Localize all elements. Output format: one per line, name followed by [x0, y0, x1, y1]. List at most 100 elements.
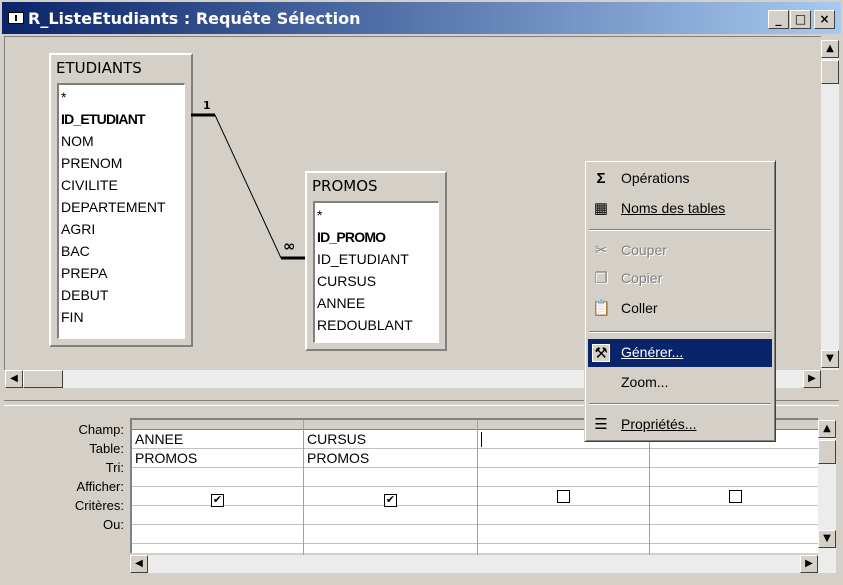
scroll-right-button[interactable]: ▶: [800, 555, 818, 573]
field-item[interactable]: PRENOM: [61, 152, 184, 174]
ou-cell[interactable]: [650, 525, 820, 544]
scroll-thumb[interactable]: [821, 60, 839, 84]
tri-cell[interactable]: [478, 468, 649, 487]
minimize-button[interactable]: _: [768, 10, 789, 29]
menu-item-label: Couper: [621, 242, 667, 258]
criteres-cell[interactable]: [478, 506, 649, 525]
tri-cell[interactable]: [650, 468, 820, 487]
grid-horizontal-scrollbar[interactable]: ◀ ▶: [130, 555, 818, 573]
champ-cell[interactable]: ANNEE: [132, 430, 303, 449]
scroll-thumb[interactable]: [818, 440, 836, 464]
show-checkbox[interactable]: [557, 490, 570, 503]
afficher-cell[interactable]: [478, 487, 649, 506]
table-cell[interactable]: PROMOS: [132, 449, 303, 468]
field-item[interactable]: ANNEE: [317, 292, 438, 314]
row-label-tri: Tri:: [105, 460, 124, 475]
ou-cell[interactable]: [132, 525, 303, 544]
field-list[interactable]: * ID_PROMO ID_ETUDIANT CURSUS ANNEE REDO…: [313, 201, 439, 343]
criteres-cell[interactable]: [650, 506, 820, 525]
scroll-down-button[interactable]: ▼: [818, 530, 836, 548]
field-item[interactable]: NOM: [61, 130, 184, 152]
field-list[interactable]: * ID_ETUDIANT NOM PRENOM CIVILITE DEPART…: [57, 83, 185, 339]
afficher-cell[interactable]: ✔: [132, 487, 303, 507]
scissors-icon: ✂: [594, 242, 608, 259]
field-item[interactable]: AGRI: [61, 218, 184, 240]
champ-cell[interactable]: CURSUS: [304, 430, 477, 449]
menu-item-operations[interactable]: Σ Opérations: [588, 165, 772, 193]
menu-item-cut[interactable]: ✂ Couper: [588, 237, 772, 265]
table-cell[interactable]: [478, 449, 649, 468]
field-item[interactable]: BAC: [61, 240, 184, 262]
text-cursor: [481, 432, 482, 447]
scroll-down-button[interactable]: ▼: [821, 350, 839, 368]
grid-column[interactable]: CURSUS PROMOS ✔: [304, 420, 478, 555]
table-etudiants[interactable]: ETUDIANTS * ID_ETUDIANT NOM PRENOM CIVIL…: [49, 53, 193, 347]
field-item[interactable]: CURSUS: [317, 270, 438, 292]
paste-icon: 📋: [592, 300, 611, 317]
field-item[interactable]: DEPARTEMENT: [61, 196, 184, 218]
query-icon: [8, 12, 24, 24]
sigma-icon: Σ: [596, 170, 606, 187]
menu-item-properties[interactable]: ☰ Propriétés...: [588, 411, 772, 439]
scroll-up-button[interactable]: ▲: [818, 420, 836, 438]
row-label-afficher: Afficher:: [76, 479, 124, 494]
field-item[interactable]: FIN: [61, 306, 184, 328]
properties-icon: ☰: [594, 416, 608, 433]
field-item[interactable]: CIVILITE: [61, 174, 184, 196]
show-checkbox[interactable]: ✔: [384, 494, 397, 507]
table-names-icon: ▦: [593, 200, 609, 217]
afficher-cell[interactable]: ✔: [304, 487, 477, 507]
menu-item-copy[interactable]: ❐ Copier: [588, 265, 772, 293]
ou-cell[interactable]: [304, 525, 477, 544]
menu-item-zoom[interactable]: Zoom...: [588, 369, 772, 397]
tri-cell[interactable]: [132, 468, 303, 487]
table-title[interactable]: PROMOS: [307, 173, 445, 199]
scroll-left-button[interactable]: ◀: [5, 370, 23, 388]
menu-separator: [589, 229, 771, 231]
scroll-right-button[interactable]: ▶: [803, 370, 821, 388]
maximize-button[interactable]: □: [790, 10, 811, 29]
show-checkbox[interactable]: [728, 490, 742, 503]
field-item[interactable]: ID_ETUDIANT: [317, 248, 438, 270]
grid-column[interactable]: ANNEE PROMOS ✔: [132, 420, 304, 555]
row-label-champ: Champ:: [78, 422, 124, 437]
menu-item-paste[interactable]: 📋 Coller: [588, 295, 772, 323]
table-cell[interactable]: [650, 449, 820, 468]
field-item-key[interactable]: ID_ETUDIANT: [61, 108, 184, 130]
criteres-cell[interactable]: [304, 506, 477, 525]
scroll-thumb[interactable]: [23, 370, 63, 388]
window-title: R_ListeEtudiants : Requête Sélection: [28, 9, 361, 28]
relationship-one-label: 1: [203, 99, 211, 112]
menu-item-build[interactable]: ⚒ Générer...: [588, 339, 772, 367]
menu-item-label: Coller: [621, 300, 658, 316]
afficher-cell[interactable]: [650, 487, 820, 506]
column-selector[interactable]: [132, 420, 303, 430]
tri-cell[interactable]: [304, 468, 477, 487]
menu-item-label: Zoom...: [621, 374, 669, 390]
criteres-cell[interactable]: [132, 506, 303, 525]
relationship-many-label: ∞: [283, 237, 296, 255]
grid-vertical-scrollbar[interactable]: ▲ ▼: [818, 420, 836, 573]
grid-row-labels: Champ: Table: Tri: Afficher: Critères: O…: [4, 420, 128, 534]
menu-item-table-names[interactable]: ▦ Noms des tables: [588, 195, 772, 223]
table-cell[interactable]: PROMOS: [304, 449, 477, 468]
scroll-up-button[interactable]: ▲: [821, 40, 839, 58]
table-promos[interactable]: PROMOS * ID_PROMO ID_ETUDIANT CURSUS ANN…: [305, 171, 447, 351]
row-label-ou: Ou:: [103, 517, 124, 532]
vertical-scrollbar[interactable]: ▲ ▼: [821, 40, 839, 370]
show-checkbox[interactable]: ✔: [211, 494, 224, 507]
close-button[interactable]: ×: [814, 10, 835, 29]
field-item[interactable]: *: [317, 204, 438, 226]
column-selector[interactable]: [304, 420, 477, 430]
title-bar[interactable]: R_ListeEtudiants : Requête Sélection _ □…: [2, 2, 841, 34]
field-item[interactable]: DEBUT: [61, 284, 184, 306]
field-item-key[interactable]: ID_PROMO: [317, 226, 438, 248]
ou-cell[interactable]: [478, 525, 649, 544]
menu-item-label: Générer...: [621, 344, 684, 360]
scroll-left-button[interactable]: ◀: [130, 555, 148, 573]
field-item[interactable]: PREPA: [61, 262, 184, 284]
field-item[interactable]: REDOUBLANT: [317, 314, 438, 336]
menu-item-label: Propriétés...: [621, 416, 697, 432]
field-item[interactable]: *: [61, 86, 184, 108]
table-title[interactable]: ETUDIANTS: [51, 55, 191, 81]
